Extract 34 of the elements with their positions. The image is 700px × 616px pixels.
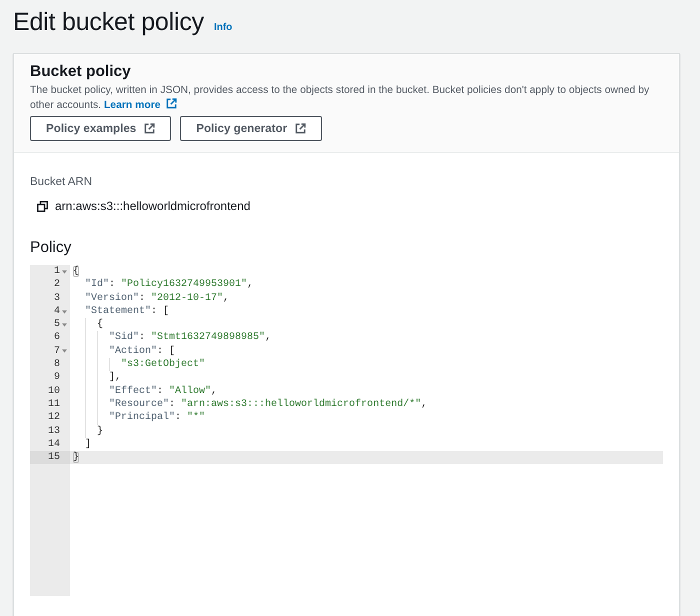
line-number: 12 — [46, 411, 60, 425]
line-number: 8 — [52, 358, 60, 372]
line-number: 6 — [52, 331, 60, 345]
card-title: Bucket policy — [30, 62, 132, 82]
line-number: 9 — [52, 371, 60, 385]
learn-more-link[interactable]: Learn more — [104, 100, 177, 111]
external-link-button[interactable]: Policy generator — [180, 116, 322, 141]
external-link-icon — [295, 123, 306, 134]
line-number: 15 — [46, 451, 60, 464]
description-text: The bucket policy, written in JSON, provides access to the objects stored in the bucket. Bucket policies don't apply to objects owned by other accounts. Learn more — [30, 84, 650, 113]
copy-icon[interactable] — [37, 200, 48, 212]
line-number: 14 — [46, 438, 60, 452]
arn-value: arn:aws:s3:::helloworldmicrofrontend — [55, 198, 250, 214]
line-number: 4 — [52, 304, 60, 318]
line-number: 10 — [46, 384, 60, 398]
code-line: { — [70, 265, 80, 278]
line-number: 7 — [52, 344, 60, 358]
fold-caret-icon[interactable] — [62, 310, 67, 314]
line-number: 5 — [52, 318, 60, 332]
fold-caret-icon[interactable] — [62, 270, 67, 274]
line-number: 13 — [46, 424, 60, 438]
line-number: 2 — [52, 278, 60, 292]
info-link[interactable]: Info — [214, 22, 232, 33]
field-label: Bucket ARN — [30, 175, 93, 190]
external-link-button[interactable]: Policy examples — [30, 116, 172, 141]
external-link-icon — [166, 98, 177, 109]
line-number: 3 — [52, 292, 60, 305]
fold-caret-icon[interactable] — [62, 349, 67, 354]
section-title: Policy — [30, 238, 72, 258]
external-link-icon — [144, 123, 156, 134]
line-number: 1 — [52, 265, 60, 278]
page-title: Edit bucket policy — [13, 7, 204, 38]
fold-caret-icon[interactable] — [62, 322, 67, 327]
line-number: 11 — [46, 398, 60, 412]
